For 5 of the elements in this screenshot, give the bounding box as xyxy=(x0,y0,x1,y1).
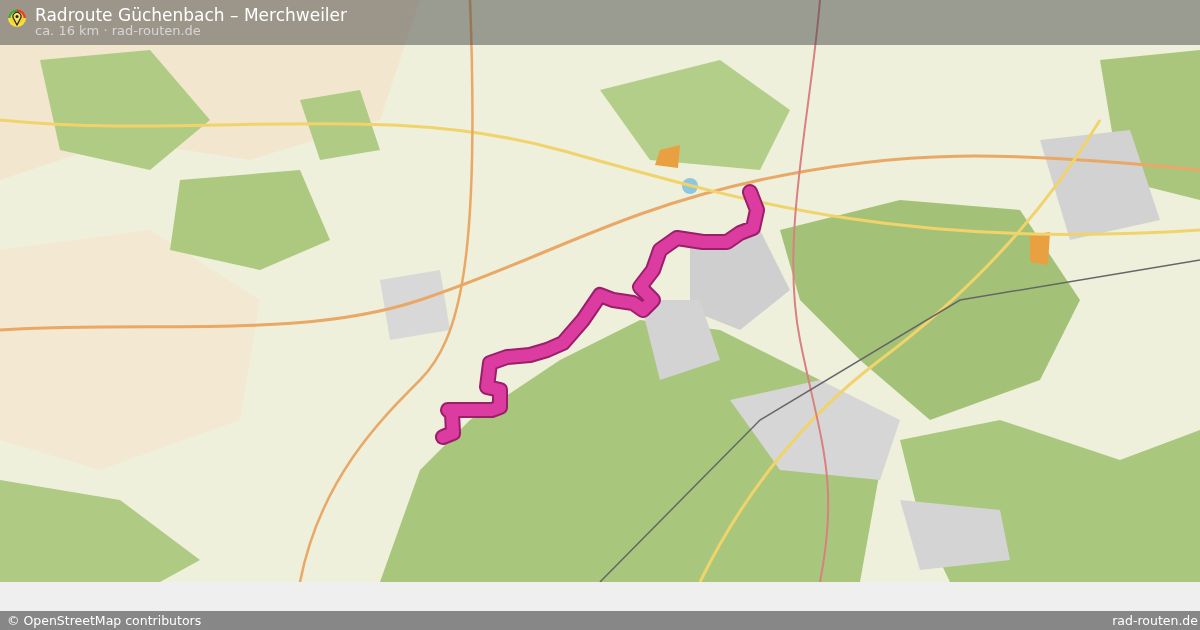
brand-text: rad-routen.de xyxy=(1112,613,1198,628)
route-subtitle: ca. 16 km · rad-routen.de xyxy=(35,24,202,38)
map-pin-icon xyxy=(7,8,27,28)
attribution-text: © OpenStreetMap contributors xyxy=(7,613,202,628)
route-title: Radroute Güchenbach – Merchweiler xyxy=(35,6,348,24)
